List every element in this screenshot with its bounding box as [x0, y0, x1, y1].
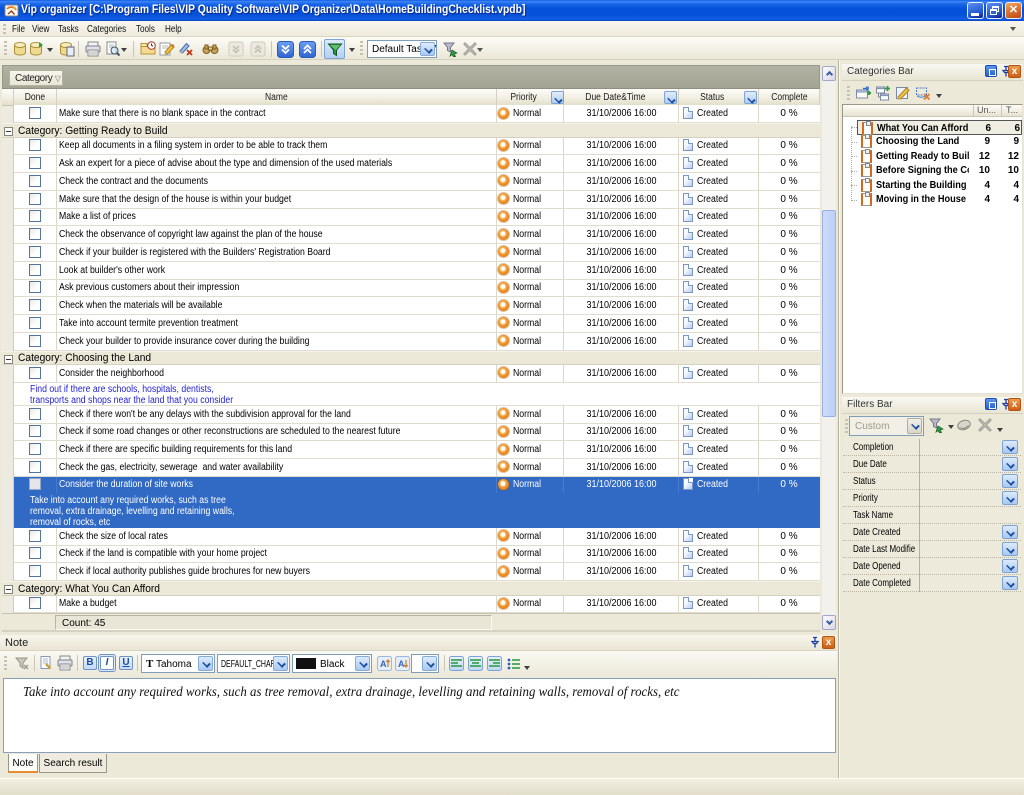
svg-text:A: A	[380, 659, 387, 669]
svg-text:A: A	[398, 659, 405, 669]
